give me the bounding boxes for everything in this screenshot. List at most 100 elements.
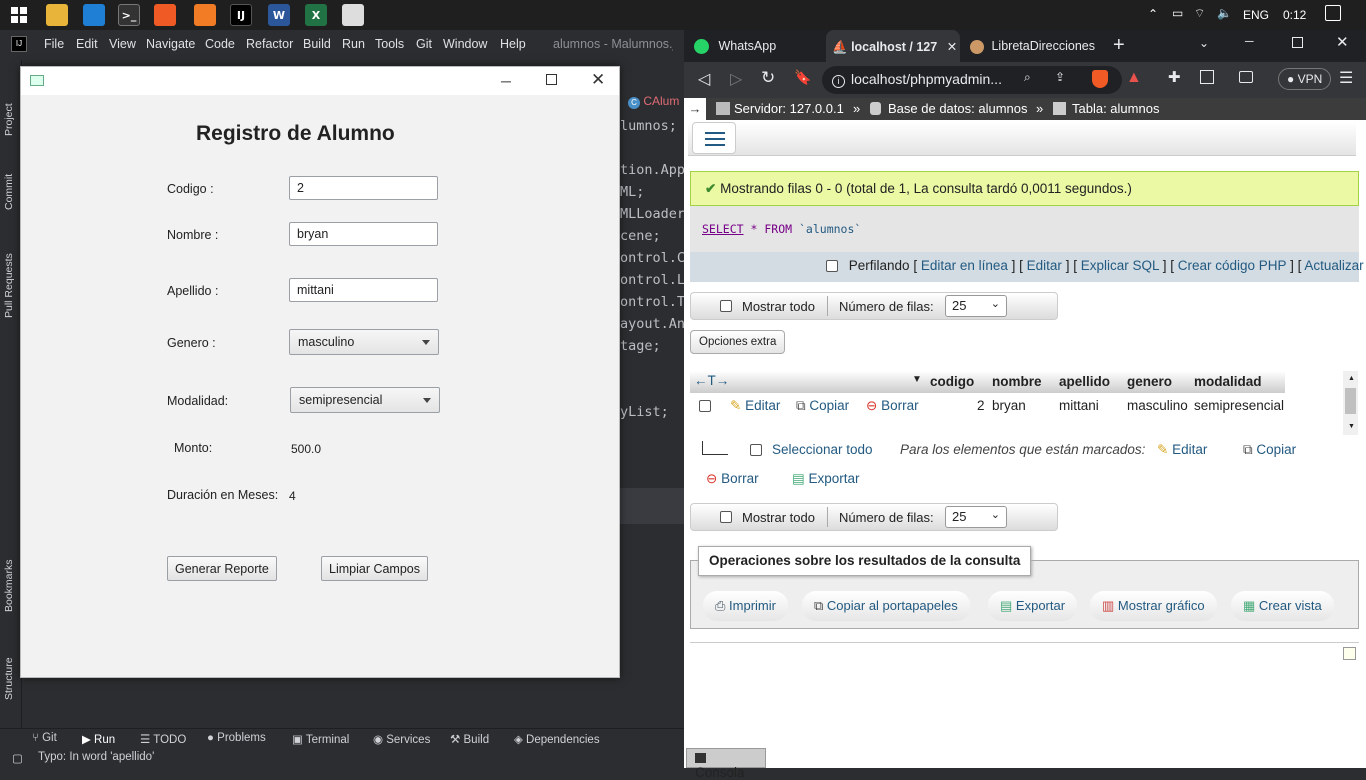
maximize-button[interactable] — [546, 74, 557, 85]
link-edit[interactable]: Editar — [1027, 258, 1062, 273]
editor-tab[interactable]: C CAlum — [628, 94, 679, 109]
wifi-icon[interactable]: ⌔ — [1194, 6, 1205, 21]
page-settings-icon[interactable] — [1343, 647, 1356, 660]
link-inline-edit[interactable]: Editar en línea — [921, 258, 1008, 273]
close-button[interactable]: ✕ — [591, 70, 605, 90]
zoom-icon[interactable]: ⌕ — [1024, 70, 1031, 85]
brave-browser-icon[interactable] — [154, 4, 176, 26]
sidebar-icon[interactable] — [1200, 70, 1214, 84]
xampp-icon[interactable] — [194, 4, 216, 26]
col-header-modalidad[interactable]: modalidad — [1194, 374, 1262, 389]
cell-modalidad[interactable]: semipresencial — [1194, 398, 1284, 413]
row-edit-link[interactable]: ✎ Editar — [730, 398, 780, 414]
sql-keyword[interactable]: SELECT — [702, 222, 744, 236]
minimize-button[interactable]: ─ — [501, 73, 511, 89]
sort-options-icon[interactable]: ▼ — [912, 374, 922, 385]
menu-edit[interactable]: Edit — [76, 37, 98, 51]
menu-file[interactable]: File — [44, 37, 64, 51]
file-explorer-icon[interactable] — [46, 4, 68, 26]
create-view-button[interactable]: ▦ Crear vista — [1231, 591, 1334, 621]
profiling-checkbox[interactable] — [826, 260, 838, 273]
menu-code[interactable]: Code — [205, 37, 235, 51]
tab-terminal[interactable]: ▣ Terminal — [292, 732, 349, 746]
tab-problems[interactable]: ● Problems — [207, 732, 266, 744]
menu-navigate[interactable]: Navigate — [146, 37, 195, 51]
reload-icon[interactable]: ↻ — [761, 68, 775, 88]
show-all-checkbox[interactable] — [720, 511, 732, 523]
tool-project[interactable]: Project — [3, 103, 15, 136]
col-header-codigo[interactable]: codigo — [930, 374, 974, 389]
chart-button[interactable]: ▥ Mostrar gráfico — [1090, 591, 1217, 621]
bulk-edit[interactable]: ✎ Editar — [1157, 442, 1207, 458]
menu-window[interactable]: Window — [443, 37, 487, 51]
select-all-label[interactable]: Seleccionar todo — [772, 442, 873, 457]
extra-options-button[interactable]: Opciones extra — [690, 330, 786, 354]
genero-select[interactable]: masculino — [289, 329, 439, 355]
cell-apellido[interactable]: mittani — [1059, 398, 1099, 413]
brave-shield-icon[interactable] — [1092, 70, 1108, 88]
cell-codigo[interactable]: 2 — [977, 398, 985, 413]
link-refresh[interactable]: Actualizar — [1304, 258, 1363, 273]
extensions-icon[interactable]: ✚ — [1168, 68, 1181, 86]
notification-icon[interactable] — [1325, 5, 1341, 21]
tab-todo[interactable]: ☰ TODO — [140, 732, 186, 746]
tool-commit[interactable]: Commit — [3, 174, 15, 210]
show-all-checkbox[interactable] — [720, 300, 732, 312]
maximize-button[interactable] — [1292, 37, 1303, 48]
wallet-icon[interactable] — [1239, 71, 1253, 83]
rows-select[interactable]: 25 ⌄ — [945, 506, 1007, 528]
new-tab-button[interactable]: + — [1113, 34, 1125, 57]
hamburger-icon[interactable] — [692, 122, 736, 154]
clock[interactable]: 0:12 — [1283, 8, 1306, 22]
table-scrollbar[interactable]: ▲ ▼ — [1343, 371, 1358, 435]
intellij-icon[interactable]: IJ — [230, 4, 252, 26]
breadcrumb-server[interactable]: Servidor: 127.0.0.1 — [734, 101, 844, 116]
tab-search-icon[interactable]: ⌄ — [1199, 36, 1209, 50]
copy-clipboard-button[interactable]: ⧉ Copiar al portapapeles — [802, 591, 970, 621]
bulk-delete[interactable]: ⊖ Borrar — [706, 471, 759, 487]
row-copy-link[interactable]: ⧉ Copiar — [796, 398, 849, 414]
menu-build[interactable]: Build — [303, 37, 331, 51]
minimize-button[interactable]: ─ — [1245, 34, 1254, 48]
share-icon[interactable]: ⇪ — [1055, 70, 1065, 84]
cell-genero[interactable]: masculino — [1127, 398, 1188, 413]
vpn-button[interactable]: ● VPN — [1278, 68, 1332, 90]
tab-git[interactable]: ⑂ Git — [32, 732, 57, 744]
collapse-arrow-icon[interactable]: → — [684, 98, 706, 120]
col-header-apellido[interactable]: apellido — [1059, 374, 1110, 389]
menu-refactor[interactable]: Refactor — [246, 37, 293, 51]
print-button[interactable]: ⎙ Imprimir — [703, 591, 788, 621]
info-icon[interactable]: i — [832, 75, 845, 88]
link-explain[interactable]: Explicar SQL — [1081, 258, 1159, 273]
bookmark-icon[interactable]: 🔖 — [794, 69, 811, 86]
brave-rewards-icon[interactable]: ▲ — [1126, 69, 1142, 87]
back-icon[interactable]: ◁ — [698, 69, 710, 89]
column-arrows-icon[interactable]: ←T→ — [694, 373, 729, 388]
tool-bookmarks[interactable]: Bookmarks — [3, 559, 15, 612]
tab-build[interactable]: ⚒ Build — [450, 732, 489, 746]
tool-structure[interactable]: Structure — [3, 657, 15, 700]
select-all-checkbox[interactable] — [750, 444, 762, 456]
apellido-field[interactable]: mittani — [289, 278, 438, 302]
bulk-export[interactable]: ▤ Exportar — [792, 471, 860, 487]
menu-icon[interactable]: ☰ — [1339, 68, 1353, 88]
tab-run[interactable]: ▶ Run — [82, 732, 115, 746]
network-icon[interactable]: ▭ — [1172, 6, 1183, 20]
breadcrumb-table[interactable]: Tabla: alumnos — [1072, 101, 1159, 116]
export-button[interactable]: ▤ Exportar — [988, 591, 1078, 621]
close-tab-icon[interactable]: ✕ — [947, 40, 957, 54]
url-bar[interactable]: i localhost/phpmyadmin... — [822, 66, 1122, 94]
close-button[interactable]: ✕ — [1336, 33, 1349, 51]
window-titlebar[interactable]: ─ ✕ — [21, 67, 619, 95]
generar-reporte-button[interactable]: Generar Reporte — [167, 556, 277, 581]
cell-nombre[interactable]: bryan — [992, 398, 1026, 413]
tool-pull-requests[interactable]: Pull Requests — [3, 253, 15, 318]
tab-dependencies[interactable]: ◈ Dependencies — [514, 732, 600, 746]
excel-icon[interactable]: X — [305, 4, 327, 26]
windows-start-icon[interactable] — [8, 4, 30, 26]
row-delete-link[interactable]: ⊖ Borrar — [866, 398, 919, 414]
rows-select[interactable]: 25 ⌄ — [945, 295, 1007, 317]
language-indicator[interactable]: ENG — [1243, 8, 1269, 22]
terminal-icon[interactable]: >_ — [118, 4, 140, 26]
vscode-icon[interactable] — [83, 4, 105, 26]
